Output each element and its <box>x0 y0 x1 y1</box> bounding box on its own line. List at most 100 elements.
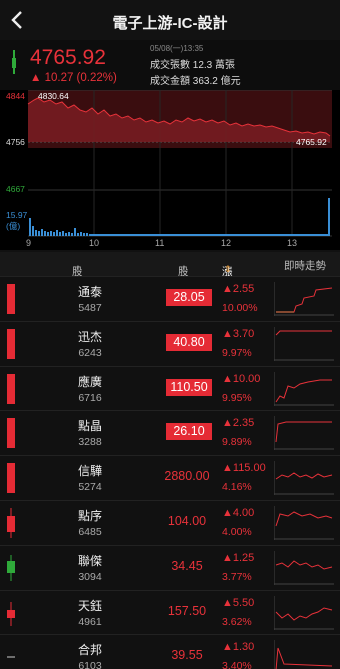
x-label-12: 12 <box>221 238 232 248</box>
stock-name: 通泰 <box>77 285 102 299</box>
stock-name: 應廣 <box>77 374 102 389</box>
table-row[interactable]: 合邦 6103 39.55 ▲1.30 3.40% <box>0 634 340 669</box>
stock-change: ▲2.35 <box>222 417 255 430</box>
x-label-13: 13 <box>287 238 298 248</box>
amount-label: 成交金額 <box>150 76 190 87</box>
x-label-11: 11 <box>155 238 165 248</box>
stock-change: ▲1.25 <box>222 551 255 564</box>
stock-name: 迅杰 <box>77 329 102 344</box>
candle-icon <box>7 418 15 449</box>
stock-change-pct: 9.89% <box>222 436 252 449</box>
stock-code: 4961 <box>78 615 102 628</box>
sparkline-chart <box>274 326 334 361</box>
intraday-chart[interactable]: 4844 4756 4667 15.97 (億) 4830.64 4765.92… <box>0 90 340 250</box>
candle-icon <box>7 284 15 314</box>
table-row[interactable]: 聯傑 3094 34.45 ▲1.25 3.77% <box>0 544 340 589</box>
stock-code: 3094 <box>78 570 102 583</box>
last-price-label: 4765.92 <box>296 137 327 147</box>
stock-price: 104.00 <box>167 514 207 528</box>
stock-name: 合邦 <box>77 643 102 658</box>
candle-icon <box>7 656 15 658</box>
stock-code: 6485 <box>78 526 102 538</box>
sort-active-icon: ⇕ <box>224 264 232 274</box>
sparkline-chart <box>274 416 334 451</box>
stock-name: 點晶 <box>77 419 102 434</box>
index-summary: 4765.92 ▲ 10.27 (0.22%) 05/08(一)13:35 成交… <box>0 40 340 90</box>
y-label-low: 4667 <box>6 184 25 194</box>
col-trend: 即時走勢 <box>284 260 326 272</box>
stock-change-pct: 9.95% <box>222 391 252 404</box>
table-row[interactable]: 點序 6485 104.00 ▲4.00 4.00% <box>0 500 340 544</box>
stock-change: ▲1.30 <box>222 641 255 654</box>
page-title: 電子上游-IC-設計 <box>112 15 228 32</box>
stock-code: 3288 <box>78 436 102 449</box>
stock-code: 5274 <box>78 481 102 494</box>
sparkline-chart <box>274 461 334 496</box>
x-label-10: 10 <box>89 238 100 248</box>
y-label-top: 4844 <box>6 91 25 101</box>
stock-change: ▲115.00 <box>222 462 266 475</box>
sparkline-chart <box>274 506 334 540</box>
stock-name: 點序 <box>77 509 102 523</box>
stock-change: ▲2.55 <box>222 283 255 295</box>
table-row[interactable]: 點晶 3288 26.10 ▲2.35 9.89% <box>0 410 340 455</box>
sparkline-chart <box>274 640 333 669</box>
table-row[interactable]: 迅杰 6243 40.80 ▲3.70 9.97% <box>0 320 340 365</box>
stock-change-pct: 10.00% <box>222 302 258 314</box>
table-row[interactable]: 應廣 6716 110.50 ▲10.00 9.95% <box>0 365 340 410</box>
candle-icon <box>7 373 15 404</box>
candle-icon <box>7 463 15 494</box>
stock-price: 110.50 <box>166 378 212 396</box>
stock-code: 6716 <box>78 391 102 404</box>
candle-icon <box>7 508 15 538</box>
table-row[interactable]: 天鈺 4961 157.50 ▲5.50 3.62% <box>0 589 340 634</box>
x-label-9: 9 <box>26 238 32 248</box>
candle-icon <box>7 328 15 359</box>
high-price-label: 4830.64 <box>38 91 69 101</box>
intraday-chart-svg <box>27 90 332 237</box>
sort-icon: ⇕ <box>74 264 82 274</box>
stock-name: 天鈺 <box>77 598 102 613</box>
table-row[interactable]: 通泰 5487 28.05 ▲2.55 10.00% <box>0 276 340 320</box>
stock-price: 2880.00 <box>164 469 210 484</box>
volume-stat: 成交張數 12.3 萬張 <box>150 56 235 71</box>
timestamp: 05/08(一)13:35 <box>150 44 204 53</box>
candle-icon <box>7 601 15 626</box>
stock-code: 5487 <box>78 302 102 314</box>
sparkline-chart <box>274 550 334 585</box>
volume-value: 12.3 萬張 <box>192 60 236 71</box>
stock-change: ▲3.70 <box>222 327 255 340</box>
stock-change: ▲10.00 <box>222 372 261 385</box>
table-header: 股票⇕ 股價⇕ 漲跌幅⇕ 即時走勢 <box>0 252 340 308</box>
stock-change-pct: 4.16% <box>222 481 252 494</box>
stock-change: ▲4.00 <box>222 507 255 519</box>
stock-change-pct: 3.62% <box>222 615 252 628</box>
stock-name: 信驊 <box>77 464 102 479</box>
vol-label-top: 15.97 <box>6 210 28 220</box>
stock-change: ▲5.50 <box>222 596 255 609</box>
volume-bars <box>29 198 330 236</box>
volume-label: 成交張數 <box>150 60 190 71</box>
table-row[interactable]: 信驊 5274 2880.00 ▲115.00 4.16% <box>0 455 340 500</box>
stock-change-pct: 9.97% <box>222 346 252 359</box>
y-label-mid: 4756 <box>6 137 25 147</box>
sort-icon: ⇕ <box>180 264 188 274</box>
candle-icon <box>7 554 15 581</box>
stock-price: 157.50 <box>167 603 207 618</box>
stock-price: 40.80 <box>166 333 212 351</box>
stock-change-pct: 3.40% <box>222 660 252 669</box>
sparkline-chart <box>274 371 334 406</box>
amount-stat: 成交金額 363.2 億元 <box>150 72 241 87</box>
stock-name: 聯傑 <box>77 553 102 568</box>
vol-unit: (億) <box>6 221 21 231</box>
index-change: ▲ 10.27 (0.22%) <box>30 72 117 84</box>
index-price: 4765.92 <box>30 46 106 69</box>
amount-value: 363.2 億元 <box>192 76 241 87</box>
stock-price: 39.55 <box>171 648 203 663</box>
stock-price: 34.45 <box>171 558 203 573</box>
stock-price: 26.10 <box>166 423 212 441</box>
stock-change-pct: 3.77% <box>222 570 252 583</box>
sparkline-chart <box>274 595 334 630</box>
sparkline-chart <box>274 282 334 316</box>
stock-price: 28.05 <box>166 289 212 306</box>
